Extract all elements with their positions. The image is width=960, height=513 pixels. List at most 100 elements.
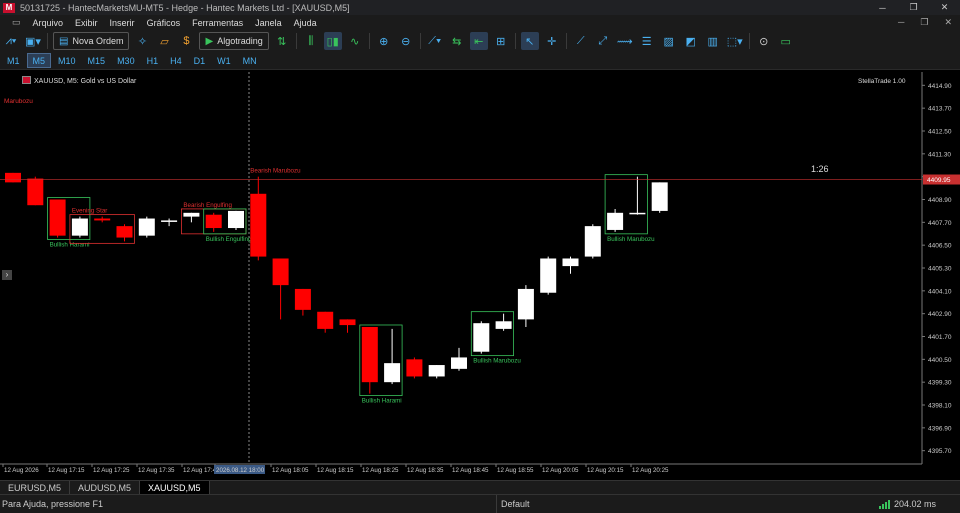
strategy-icon[interactable]: ✧ [133,32,151,50]
restore-button[interactable]: ❐ [898,0,929,15]
candlestick-chart[interactable]: Bullish Harami Evening Star Bearish Engulf… [0,72,960,480]
crosshair-icon[interactable]: ✛ [543,32,561,50]
timeframe-w1[interactable]: W1 [212,53,236,68]
folders-icon[interactable]: ▱ [155,32,173,50]
price-tick-label: 4404.10 [928,288,952,295]
bearish-candle [339,319,356,326]
shapes-icon[interactable]: ◩ [682,32,700,50]
price-tick-label: 4405.30 [928,266,952,273]
chart-minimize-button[interactable]: ─ [898,15,904,30]
time-tick-label: 12 Aug 17:35 [138,467,175,474]
channel-icon[interactable]: ▨ [660,32,678,50]
menu-inserir[interactable]: Inserir [104,18,141,28]
dollar-icon[interactable]: $ [177,32,195,50]
price-tick-label: 4400.50 [928,357,952,364]
status-help: Para Ajuda, pressione F1 [2,499,104,509]
grid-icon[interactable]: ⇆ [448,32,466,50]
templates-icon[interactable]: ▣▾ [24,32,42,50]
menu-janela[interactable]: Janela [249,18,288,28]
tab-eurusd[interactable]: EURUSD,M5 [0,481,71,494]
timeframe-m15[interactable]: M15 [83,53,111,68]
timeframe-h4[interactable]: H4 [165,53,187,68]
horizontal-line-icon[interactable]: ⟿ [616,32,634,50]
timeframe-m1[interactable]: M1 [2,53,25,68]
alerts-icon[interactable]: ⊙ [755,32,773,50]
timeframe-mn[interactable]: MN [238,53,262,68]
menu-graficos[interactable]: Gráficos [141,18,187,28]
time-tick-label: 12 Aug 20:05 [542,467,579,474]
ray-icon[interactable]: ⤢ [594,32,612,50]
chart-tabs: EURUSD,M5 AUDUSD,M5 XAUUSD,M5 [0,480,960,494]
chart-symbol-icon[interactable] [22,76,31,84]
menu-ajuda[interactable]: Ajuda [288,18,323,28]
menu-arquivo[interactable]: Arquivo [27,18,70,28]
trend-line-icon[interactable]: ⟋ [572,32,590,50]
tab-audusd[interactable]: AUDUSD,M5 [70,481,141,494]
battery-icon: ▭ [780,35,791,48]
timeframe-d1[interactable]: D1 [189,53,211,68]
new-order-button[interactable]: ▤ Nova Ordem [53,32,130,50]
bullish-candle [495,321,512,329]
time-tick-label: 12 Aug 20:25 [632,467,669,474]
indicators-icon[interactable]: ⟋▾ [426,32,444,50]
bearish-candle [27,178,44,206]
chart-restore-button[interactable]: ❐ [920,15,928,30]
bullish-candle [183,212,200,217]
candle-countdown: 1:26 [811,164,829,174]
app-logo-icon: M [3,2,15,13]
pattern-label: Bearish Engulfing [183,202,232,209]
price-tick-label: 4398.10 [928,403,952,410]
text-icon[interactable]: ▥ [704,32,722,50]
chart-shift-icon[interactable]: ⊞ [492,32,510,50]
connection-bars-icon [878,499,890,509]
bullish-candle [629,212,646,215]
new-order-label: Nova Ordem [72,36,124,46]
price-chart[interactable]: Bullish Harami Evening Star Bearish Engulf… [0,72,960,480]
bullish-candle [473,323,490,352]
timeframe-m5[interactable]: M5 [26,53,52,68]
indicator-name: Marubozu [4,98,33,105]
tab-xauusd[interactable]: XAUUSD,M5 [140,481,210,494]
auto-scroll-icon[interactable]: ⇤ [469,32,488,50]
cursor-icon[interactable]: ↖ [520,32,539,50]
bearish-candle [49,199,66,236]
objects-icon[interactable]: ⬚▾ [726,32,744,50]
close-button[interactable]: ✕ [929,0,960,15]
bar-chart-icon[interactable]: ⫼ [302,32,320,50]
chart-type-icon[interactable]: ⩘▾ [2,32,20,50]
timeframe-h1[interactable]: H1 [142,53,164,68]
algotrading-button[interactable]: ▶ Algotrading [199,32,269,50]
bearish-candle [116,226,133,238]
time-tick-label: 12 Aug 18:35 [407,467,444,474]
scroll-left-icon[interactable]: › [2,270,12,280]
pattern-label: Bullish Marubozu [473,358,521,365]
minimize-button[interactable]: ─ [867,0,898,15]
price-tick-label: 4407.70 [928,220,952,227]
zoom-in-icon[interactable]: ⊕ [375,32,393,50]
candles-icon[interactable]: ▯▮ [323,32,342,50]
bullish-candle [584,226,601,257]
time-tick-label: 12 Aug 18:15 [317,467,354,474]
timeframe-bar: M1 M5 M10 M15 M30 H1 H4 D1 W1 MN [0,52,960,70]
status-ping[interactable]: 204.02 ms [878,495,936,513]
fibonacci-icon[interactable]: ☰ [638,32,656,50]
symbol-label: XAUUSD, M5: Gold vs US Dollar [34,78,137,85]
status-profile[interactable]: Default [496,495,530,513]
zoom-out-icon[interactable]: ⊖ [397,32,415,50]
time-tick-label: 12 Aug 18:45 [452,467,489,474]
timeframe-m10[interactable]: M10 [53,53,81,68]
bullish-candle [161,220,178,222]
document-menu-icon[interactable]: ▭ [0,17,27,28]
pattern-label: Bearish Marubozu [250,168,301,175]
bearish-candle [94,218,111,221]
menu-ferramentas[interactable]: Ferramentas [186,18,249,28]
menu-exibir[interactable]: Exibir [69,18,104,28]
line-chart-icon[interactable]: ∿ [346,32,364,50]
price-tick-label: 4395.70 [928,448,952,455]
price-tick-label: 4396.90 [928,425,952,432]
buy-sell-icon[interactable]: ⇅ [273,32,291,50]
chart-close-button[interactable]: ✕ [944,15,952,30]
timeframe-m30[interactable]: M30 [112,53,140,68]
time-tick-label: 12 Aug 18:55 [497,467,534,474]
price-tick-label: 4399.30 [928,380,952,387]
